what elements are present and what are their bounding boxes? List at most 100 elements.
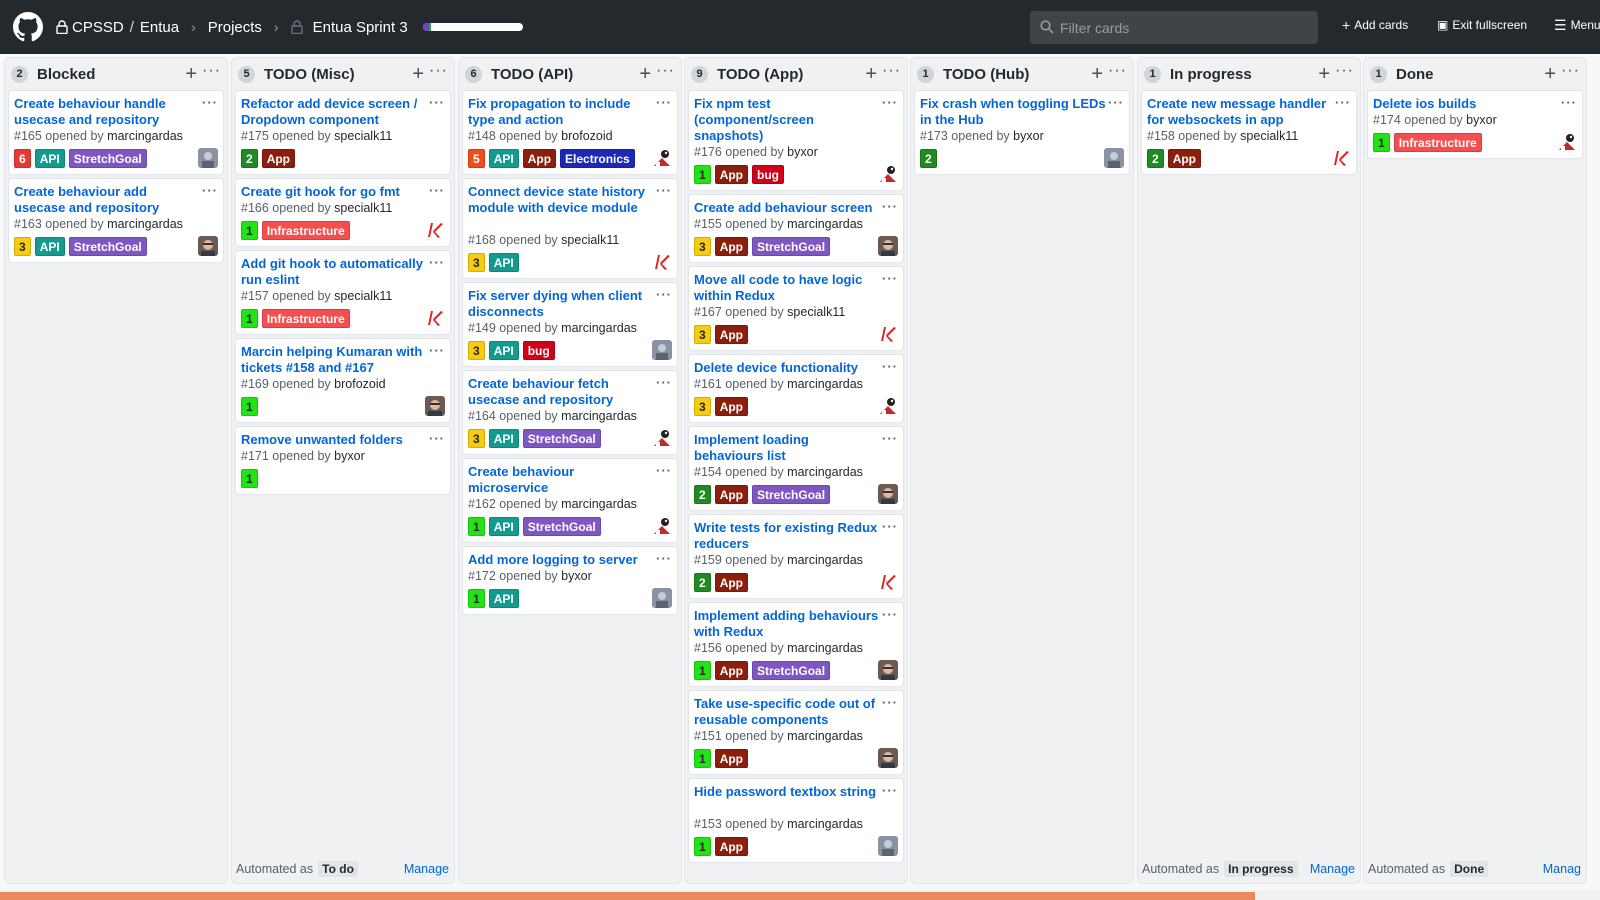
assignee-avatar[interactable] xyxy=(198,236,218,256)
assignee-avatar[interactable] xyxy=(878,396,898,416)
card-menu-icon[interactable]: ··· xyxy=(656,375,672,390)
issue-label[interactable]: 1 xyxy=(241,469,258,488)
issue-author-link[interactable]: marcingardas xyxy=(787,465,863,479)
issue-title-link[interactable]: Create behaviour handle usecase and repo… xyxy=(14,96,200,128)
issue-title-link[interactable]: Create behaviour fetch usecase and repos… xyxy=(468,376,654,408)
issue-label[interactable]: API xyxy=(34,237,65,256)
issue-title-link[interactable]: Move all code to have logic within Redux xyxy=(694,272,880,304)
menu-button[interactable]: ☰ Menu xyxy=(1554,18,1600,32)
issue-label[interactable]: Infrastructure xyxy=(261,221,350,240)
issue-card[interactable]: Marcin helping Kumaran with tickets #158… xyxy=(235,338,451,423)
issue-label[interactable]: bug xyxy=(752,165,785,184)
issue-title-link[interactable]: Create git hook for go fmt xyxy=(241,184,427,200)
issue-title-link[interactable]: Marcin helping Kumaran with tickets #158… xyxy=(241,344,427,376)
issue-label[interactable]: 3 xyxy=(468,429,485,448)
issue-label[interactable]: 3 xyxy=(694,325,711,344)
issue-author-link[interactable]: marcingardas xyxy=(787,553,863,567)
issue-title-link[interactable]: Fix server dying when client disconnects xyxy=(468,288,654,320)
issue-card[interactable]: Create behaviour fetch usecase and repos… xyxy=(462,370,678,455)
manage-automation-link[interactable]: Manage xyxy=(1310,862,1355,876)
issue-label[interactable]: API xyxy=(488,589,519,608)
issue-label[interactable]: App xyxy=(714,485,749,504)
issue-label[interactable]: App xyxy=(522,149,557,168)
issue-card[interactable]: Hide password textbox string ··· #153 open… xyxy=(688,778,904,863)
card-menu-icon[interactable]: ··· xyxy=(656,95,672,110)
issue-label[interactable]: App xyxy=(714,397,749,416)
assignee-avatar[interactable] xyxy=(425,308,445,328)
assignee-avatar[interactable] xyxy=(878,164,898,184)
issue-title-link[interactable]: Create behaviour microservice xyxy=(468,464,654,496)
card-menu-icon[interactable]: ··· xyxy=(202,95,218,110)
issue-author-link[interactable]: byxor xyxy=(1466,113,1497,127)
issue-title-link[interactable]: Create new message handler for websocket… xyxy=(1147,96,1333,128)
card-menu-icon[interactable]: ··· xyxy=(656,183,672,198)
projects-link[interactable]: Projects xyxy=(208,19,262,36)
issue-label[interactable]: 1 xyxy=(468,517,485,536)
issue-card[interactable]: Create behaviour add usecase and reposit… xyxy=(8,178,224,263)
assignee-avatar[interactable] xyxy=(652,588,672,608)
card-menu-icon[interactable]: ··· xyxy=(882,199,898,214)
issue-card[interactable]: Create git hook for go fmt ··· #166 opened… xyxy=(235,178,451,247)
issue-label[interactable]: API xyxy=(488,517,519,536)
issue-label[interactable]: 3 xyxy=(468,253,485,272)
card-menu-icon[interactable]: ··· xyxy=(429,95,445,110)
assignee-avatar[interactable] xyxy=(198,148,218,168)
card-menu-icon[interactable]: ··· xyxy=(429,255,445,270)
assignee-avatar[interactable] xyxy=(878,836,898,856)
column-menu-icon[interactable]: ··· xyxy=(1108,62,1127,80)
issue-author-link[interactable]: byxor xyxy=(787,145,818,159)
issue-title-link[interactable]: Create behaviour add usecase and reposit… xyxy=(14,184,200,216)
assignee-avatar[interactable] xyxy=(878,748,898,768)
add-card-plus-icon[interactable]: + xyxy=(639,64,651,84)
issue-author-link[interactable]: specialk11 xyxy=(334,201,392,215)
issue-label[interactable]: 3 xyxy=(468,341,485,360)
card-menu-icon[interactable]: ··· xyxy=(882,519,898,534)
issue-author-link[interactable]: byxor xyxy=(1013,129,1044,143)
issue-label[interactable]: 2 xyxy=(694,573,711,592)
add-card-plus-icon[interactable]: + xyxy=(865,64,877,84)
issue-title-link[interactable]: Take use-specific code out of reusable c… xyxy=(694,696,880,728)
exit-fullscreen-button[interactable]: ▣ Exit fullscreen xyxy=(1437,18,1527,32)
github-logo-icon[interactable] xyxy=(13,12,43,42)
issue-label[interactable]: 1 xyxy=(1373,133,1390,152)
issue-title-link[interactable]: Delete device functionality xyxy=(694,360,880,376)
issue-author-link[interactable]: marcingardas xyxy=(787,817,863,831)
issue-title-link[interactable]: Refactor add device screen / Dropdown co… xyxy=(241,96,427,128)
issue-title-link[interactable]: Connect device state history module with… xyxy=(468,184,654,216)
assignee-avatar[interactable] xyxy=(652,252,672,272)
issue-card[interactable]: Fix propagation to include type and acti… xyxy=(462,90,678,175)
org-link[interactable]: CPSSD xyxy=(72,19,124,36)
issue-label[interactable]: StretchGoal xyxy=(522,429,601,448)
issue-label[interactable]: API xyxy=(488,341,519,360)
issue-label[interactable]: API xyxy=(488,149,519,168)
card-menu-icon[interactable]: ··· xyxy=(882,359,898,374)
issue-label[interactable]: StretchGoal xyxy=(68,149,147,168)
assignee-avatar[interactable] xyxy=(878,572,898,592)
issue-label[interactable]: 6 xyxy=(14,149,31,168)
project-name[interactable]: Entua Sprint 3 xyxy=(313,19,408,36)
card-menu-icon[interactable]: ··· xyxy=(656,287,672,302)
issue-card[interactable]: Create add behaviour screen ··· #155 opene… xyxy=(688,194,904,263)
card-menu-icon[interactable]: ··· xyxy=(1108,95,1124,110)
issue-author-link[interactable]: marcingardas xyxy=(561,321,637,335)
filter-cards-input[interactable] xyxy=(1060,19,1310,36)
issue-author-link[interactable]: marcingardas xyxy=(561,409,637,423)
issue-author-link[interactable]: marcingardas xyxy=(787,641,863,655)
add-card-plus-icon[interactable]: + xyxy=(412,64,424,84)
issue-label[interactable]: Infrastructure xyxy=(261,309,350,328)
issue-card[interactable]: Add git hook to automatically run eslint… xyxy=(235,250,451,335)
issue-author-link[interactable]: specialk11 xyxy=(787,305,845,319)
issue-label[interactable]: StretchGoal xyxy=(752,485,831,504)
issue-title-link[interactable]: Add more logging to server xyxy=(468,552,654,568)
assignee-avatar[interactable] xyxy=(1557,132,1577,152)
issue-title-link[interactable]: Fix crash when toggling LEDs in the Hub xyxy=(920,96,1106,128)
issue-title-link[interactable]: Implement adding behaviours with Redux xyxy=(694,608,880,640)
card-menu-icon[interactable]: ··· xyxy=(1561,95,1577,110)
issue-label[interactable]: 1 xyxy=(694,165,711,184)
issue-label[interactable]: 1 xyxy=(694,661,711,680)
issue-label[interactable]: StretchGoal xyxy=(752,237,831,256)
issue-label[interactable]: 2 xyxy=(241,149,258,168)
issue-label[interactable]: bug xyxy=(522,341,555,360)
issue-title-link[interactable]: Hide password textbox string xyxy=(694,784,880,800)
add-card-plus-icon[interactable]: + xyxy=(1091,64,1103,84)
